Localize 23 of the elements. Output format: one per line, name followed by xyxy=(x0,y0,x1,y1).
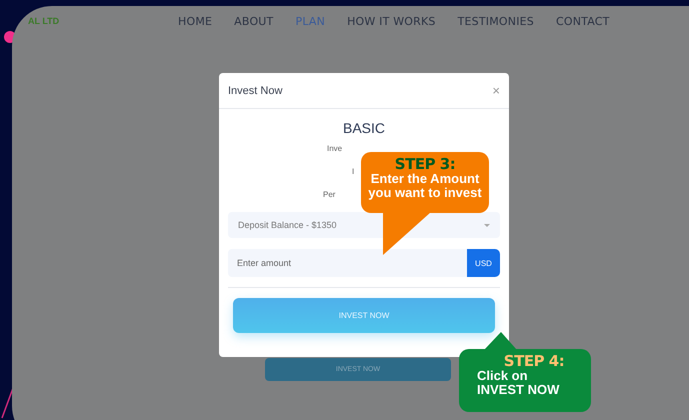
invest-now-button[interactable]: INVEST NOW xyxy=(233,298,495,333)
callout-text: you want to invest xyxy=(367,186,483,200)
plan-detail: I xyxy=(352,166,354,178)
currency-button[interactable]: USD xyxy=(467,249,500,277)
callout-text: Enter the Amount xyxy=(370,172,480,186)
nav-link[interactable]: PLAN xyxy=(295,14,326,28)
logo-text: AL LTD xyxy=(28,16,60,26)
callout-text: INVEST NOW xyxy=(477,383,560,397)
amount-field[interactable]: Enter amount xyxy=(228,249,467,277)
plan-detail: Inve xyxy=(327,143,342,155)
step-label: STEP 4: xyxy=(502,353,566,369)
nav-link[interactable]: TESTIMONIES xyxy=(458,14,534,28)
close-button[interactable]: × xyxy=(492,83,500,98)
caret-icon xyxy=(484,224,490,226)
step-label: STEP 3: xyxy=(394,156,456,172)
nav-link[interactable]: ABOUT xyxy=(234,14,274,28)
modal-title: Invest Now xyxy=(228,84,282,96)
callout-text: Click on xyxy=(477,369,529,383)
plan-name: BASIC xyxy=(342,120,385,136)
plan-detail: Per xyxy=(323,189,336,201)
nav-link[interactable]: HOME xyxy=(178,14,212,28)
nav-link[interactable]: CONTACT xyxy=(556,14,610,28)
nav-link[interactable]: HOW IT WORKS xyxy=(347,14,436,28)
